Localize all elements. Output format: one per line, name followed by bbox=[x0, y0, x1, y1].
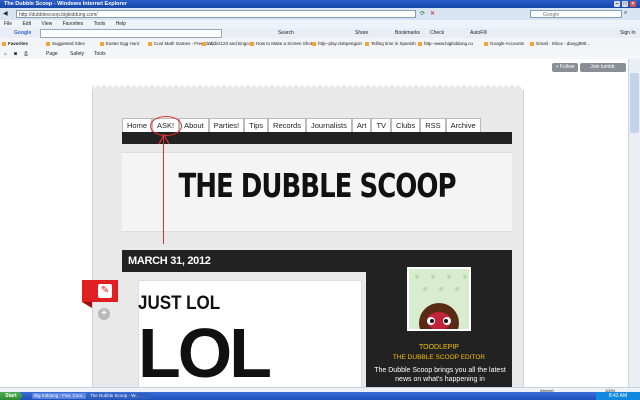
bookmarks-button[interactable]: Bookmarks bbox=[395, 28, 420, 38]
menu-bar: File Edit View Favorites Tools Help bbox=[0, 20, 640, 28]
nav-tips[interactable]: Tips bbox=[244, 118, 269, 133]
editor-name[interactable]: TOODLEPIP bbox=[366, 344, 512, 351]
autofill-button[interactable]: AutoFill bbox=[470, 28, 487, 38]
penguin-avatar-icon bbox=[409, 269, 469, 329]
plus-icon[interactable]: + bbox=[98, 308, 110, 320]
nav-parties[interactable]: Parties! bbox=[208, 118, 245, 133]
browser-search-input[interactable]: Google bbox=[530, 10, 622, 18]
post-body-text: LOL bbox=[138, 314, 272, 392]
pencil-icon: ✎ bbox=[98, 284, 112, 298]
google-search-input[interactable] bbox=[40, 29, 222, 38]
tumblr-join-button[interactable]: Join tumblr. bbox=[580, 63, 626, 72]
favorite-link[interactable]: How to Make a Screen Shot ... bbox=[250, 38, 317, 49]
google-search-button[interactable]: Search bbox=[278, 28, 294, 38]
minimize-icon[interactable]: – bbox=[614, 1, 620, 7]
feeds-icon[interactable]: ◙ bbox=[14, 49, 17, 59]
menu-favorites[interactable]: Favorites bbox=[63, 21, 84, 27]
search-icon[interactable]: ⌕ bbox=[624, 10, 627, 17]
back-icon[interactable]: ◀ bbox=[3, 10, 8, 17]
refresh-icon[interactable]: ⟳ bbox=[420, 10, 425, 17]
favorite-link[interactable]: Telling time in Spanish bbox=[365, 38, 416, 49]
tools-menu[interactable]: Tools bbox=[94, 49, 106, 59]
favorite-link[interactable]: http--play.clubpenguin bbox=[312, 38, 362, 49]
nav-records[interactable]: Records bbox=[268, 118, 306, 133]
annotation-circle bbox=[150, 116, 182, 136]
avatar[interactable] bbox=[407, 267, 471, 331]
nav-clubs[interactable]: Clubs bbox=[391, 118, 421, 133]
nav-tv[interactable]: TV bbox=[371, 118, 392, 133]
menu-view[interactable]: View bbox=[41, 21, 52, 27]
scrollbar-thumb[interactable] bbox=[630, 73, 639, 133]
window-titlebar: The Dubble Scoop - Windows Internet Expl… bbox=[0, 0, 640, 8]
favorite-link[interactable]: Suggested Sites bbox=[46, 38, 85, 49]
stop-icon[interactable]: ✕ bbox=[430, 10, 435, 17]
favorite-link[interactable]: Gmail - Inbox - davyg890... bbox=[530, 38, 590, 49]
menu-help[interactable]: Help bbox=[116, 21, 126, 27]
vertical-scrollbar[interactable] bbox=[628, 59, 640, 387]
nav-art[interactable]: Art bbox=[351, 118, 372, 133]
nav-rss[interactable]: RSS bbox=[420, 118, 446, 133]
blog-description: The Dubble Scoop brings you all the late… bbox=[374, 367, 506, 383]
share-button[interactable]: Share bbox=[355, 28, 368, 38]
nav-journalists[interactable]: Journalists bbox=[305, 118, 352, 133]
taskbar-item[interactable]: The Dubble Scoop - W... bbox=[88, 393, 150, 399]
favorites-button[interactable]: Favorites bbox=[2, 38, 28, 49]
page-menu[interactable]: Page bbox=[46, 49, 58, 59]
nav-archive[interactable]: Archive bbox=[445, 118, 481, 133]
favorite-link[interactable]: Addict123 and kingcole bbox=[202, 38, 255, 49]
home-icon[interactable]: ⌂ bbox=[4, 49, 7, 59]
address-field[interactable]: http://dubblescoop.bigkiddung.com/ bbox=[16, 10, 416, 18]
safety-menu[interactable]: Safety bbox=[70, 49, 84, 59]
maximize-icon[interactable]: □ bbox=[622, 1, 628, 7]
menu-file[interactable]: File bbox=[4, 21, 12, 27]
nav-home[interactable]: Home bbox=[122, 118, 153, 133]
favorite-link[interactable]: Easter Egg Hunt bbox=[100, 38, 139, 49]
nav-about[interactable]: About bbox=[179, 118, 209, 133]
taskbar-item[interactable]: Big Kiddung - Fun, Cool... bbox=[32, 393, 86, 399]
print-icon[interactable]: ⎙ bbox=[24, 49, 28, 59]
favorite-link[interactable]: http--www.bigkiddung.co bbox=[418, 38, 473, 49]
window-title: The Dubble Scoop - Windows Internet Expl… bbox=[4, 1, 127, 7]
system-clock: 8:43 AM bbox=[596, 392, 640, 400]
menu-tools[interactable]: Tools bbox=[94, 21, 106, 27]
close-icon[interactable]: × bbox=[630, 1, 636, 7]
start-button[interactable]: Start bbox=[0, 392, 22, 400]
annotation-arrow-head-icon bbox=[158, 134, 170, 145]
site-title[interactable]: THE DUBBLE SCOOP bbox=[122, 168, 512, 206]
check-button[interactable]: Check bbox=[430, 28, 444, 38]
annotation-arrow-shaft bbox=[163, 134, 164, 244]
tumblr-follow-button[interactable]: + Follow bbox=[552, 63, 578, 72]
post-date: MARCH 31, 2012 bbox=[128, 255, 211, 267]
menu-edit[interactable]: Edit bbox=[22, 21, 31, 27]
nav-underline-strip bbox=[122, 132, 512, 144]
signin-button[interactable]: Sign In bbox=[620, 28, 636, 38]
favorite-link[interactable]: Google Accounts bbox=[484, 38, 524, 49]
post-title[interactable]: JUST LOL bbox=[138, 292, 220, 315]
google-logo: Google bbox=[14, 30, 32, 36]
editor-role: THE DUBBLE SCOOP EDITOR bbox=[392, 354, 486, 361]
